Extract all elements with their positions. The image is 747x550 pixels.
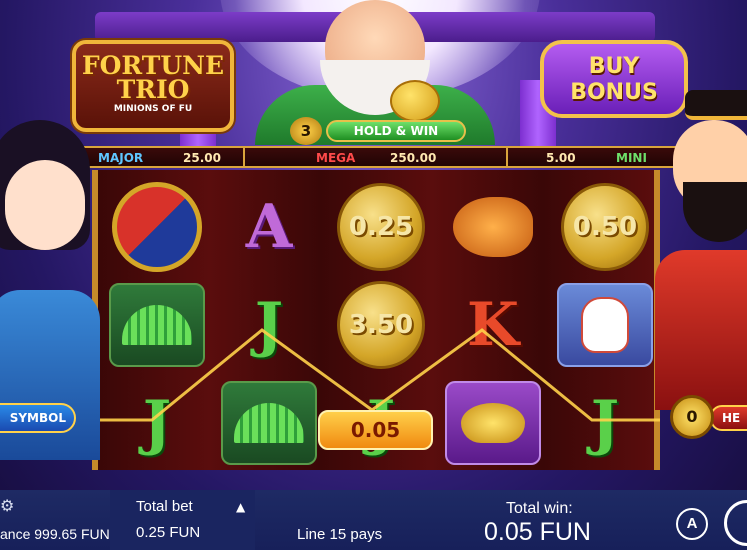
warrior-character: [655, 90, 747, 410]
hold-win-label: HOLD & WIN: [326, 120, 466, 142]
coin-symbol: 0.25: [326, 178, 436, 276]
symbol-j: J: [254, 290, 284, 360]
gold-coin-icon: [390, 80, 440, 122]
symbol-yin-yang: [102, 178, 212, 276]
gear-icon[interactable]: ⚙: [0, 496, 14, 515]
line-win-amount: 0.05: [318, 410, 433, 450]
symbol-j: J: [142, 388, 172, 458]
total-win-value: 0.05 FUN: [484, 518, 591, 546]
symbol-fan: [102, 276, 212, 374]
total-win-label: Total win:: [506, 500, 573, 517]
balance-value: ance 999.65 FUN: [0, 526, 110, 542]
jackpot-bar: MAJOR 25.00 MEGA 250.00 5.00 MINI: [68, 146, 680, 168]
spin-button[interactable]: [724, 500, 747, 546]
bet-up-arrow-icon[interactable]: ▲: [236, 500, 245, 514]
symbol-gold-ingot: [438, 374, 548, 472]
jackpot-mini-label: MINI: [616, 151, 647, 165]
symbol-fan: [214, 374, 324, 472]
total-bet-value: 0.25 FUN: [136, 524, 201, 541]
jackpot-major-label: MAJOR: [98, 151, 144, 165]
total-bet-label: Total bet: [136, 498, 193, 515]
symbol-lucky-cat: [550, 276, 660, 374]
side-feature-button[interactable]: HE 0: [670, 395, 747, 439]
line-pays-text: Line 15 pays: [297, 526, 383, 543]
fan-icon: [234, 403, 304, 443]
lucky-cat-icon: [581, 297, 629, 353]
coin-symbol: 0.50: [550, 178, 660, 276]
fan-icon: [122, 305, 192, 345]
autoplay-button[interactable]: A: [676, 508, 708, 540]
jackpot-mega-value: 250.00: [390, 151, 437, 165]
hold-win-count: 3: [290, 117, 322, 145]
symbol-k: K: [466, 290, 520, 360]
game-logo: FORTUNE TRIO MINIONS OF FU: [72, 40, 234, 132]
bet-panel[interactable]: Total bet 0.25 FUN: [110, 490, 255, 550]
symbol-koi-fish: [438, 178, 548, 276]
coin-symbol: 3.50: [326, 276, 436, 374]
jackpot-major-value: 25.00: [183, 151, 221, 165]
symbol-a: A: [245, 192, 293, 262]
jackpot-mega-label: MEGA: [316, 151, 356, 165]
gold-ingot-icon: [461, 403, 525, 443]
symbol-j: J: [590, 388, 620, 458]
yin-yang-icon: [112, 182, 202, 272]
jackpot-mini-value: 5.00: [546, 151, 576, 165]
symbol-button[interactable]: SYMBOL: [0, 403, 76, 433]
koi-fish-icon: [453, 197, 533, 257]
hold-and-win-indicator: 3 HOLD & WIN: [290, 117, 470, 145]
control-bar: ⚙ ance 999.65 FUN Total bet 0.25 FUN ▲ L…: [0, 490, 747, 550]
